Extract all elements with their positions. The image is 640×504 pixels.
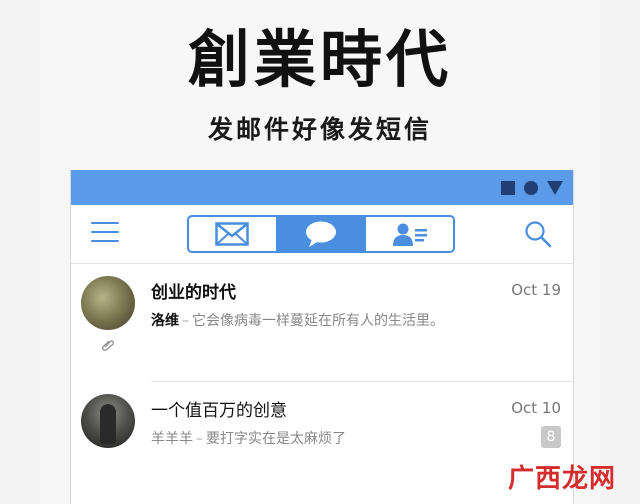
message-sender: 洛维 <box>151 313 179 329</box>
hamburger-menu-icon[interactable] <box>91 222 119 246</box>
separator-dash: – <box>182 313 189 329</box>
status-icons <box>501 180 563 196</box>
square-icon <box>501 181 515 195</box>
tab-contacts[interactable] <box>364 217 453 251</box>
separator-dash: – <box>196 431 203 447</box>
contact-card-icon <box>392 223 427 246</box>
search-icon[interactable] <box>523 219 553 249</box>
toolbar <box>71 205 573 264</box>
message-date: Oct 19 <box>511 281 561 299</box>
message-row[interactable]: 创业的时代 Oct 19 洛维 – 它会像病毒一样蔓延在所有人的生活里。 <box>71 264 573 382</box>
triangle-icon <box>547 181 563 195</box>
message-row[interactable]: 一个值百万的创意 Oct 10 羊羊羊 – 要打字实在是太麻烦了 8 <box>71 382 573 500</box>
paperclip-icon <box>101 340 115 352</box>
message-list: 创业的时代 Oct 19 洛维 – 它会像病毒一样蔓延在所有人的生活里。 一个值百万… <box>71 264 573 500</box>
avatar <box>81 276 135 330</box>
message-snippet: 它会像病毒一样蔓延在所有人的生活里。 <box>192 313 444 329</box>
view-switcher <box>187 215 455 253</box>
message-subject: 一个值百万的创意 <box>151 401 287 421</box>
app-window: 创业的时代 Oct 19 洛维 – 它会像病毒一样蔓延在所有人的生活里。 一个值百万… <box>70 170 574 504</box>
message-subject: 创业的时代 <box>151 283 236 303</box>
status-bar <box>71 170 573 205</box>
message-snippet: 要打字实在是太麻烦了 <box>206 431 346 447</box>
hero-title: 創業時代 <box>187 23 452 96</box>
unread-count-badge: 8 <box>541 426 561 448</box>
watermark-logo: 广西龙网 <box>508 464 617 494</box>
message-sender: 羊羊羊 <box>151 431 193 447</box>
avatar <box>81 394 135 448</box>
circle-icon <box>524 181 538 195</box>
message-preview: 洛维 – 它会像病毒一样蔓延在所有人的生活里。 <box>151 310 444 330</box>
envelope-icon <box>215 222 250 246</box>
tab-chat[interactable] <box>275 217 365 251</box>
chat-bubble-icon <box>306 221 336 247</box>
hero-subtitle: 发邮件好像发短信 <box>207 115 432 144</box>
message-preview: 羊羊羊 – 要打字实在是太麻烦了 <box>151 428 346 448</box>
message-date: Oct 10 <box>511 399 561 417</box>
tab-mail[interactable] <box>189 217 276 251</box>
